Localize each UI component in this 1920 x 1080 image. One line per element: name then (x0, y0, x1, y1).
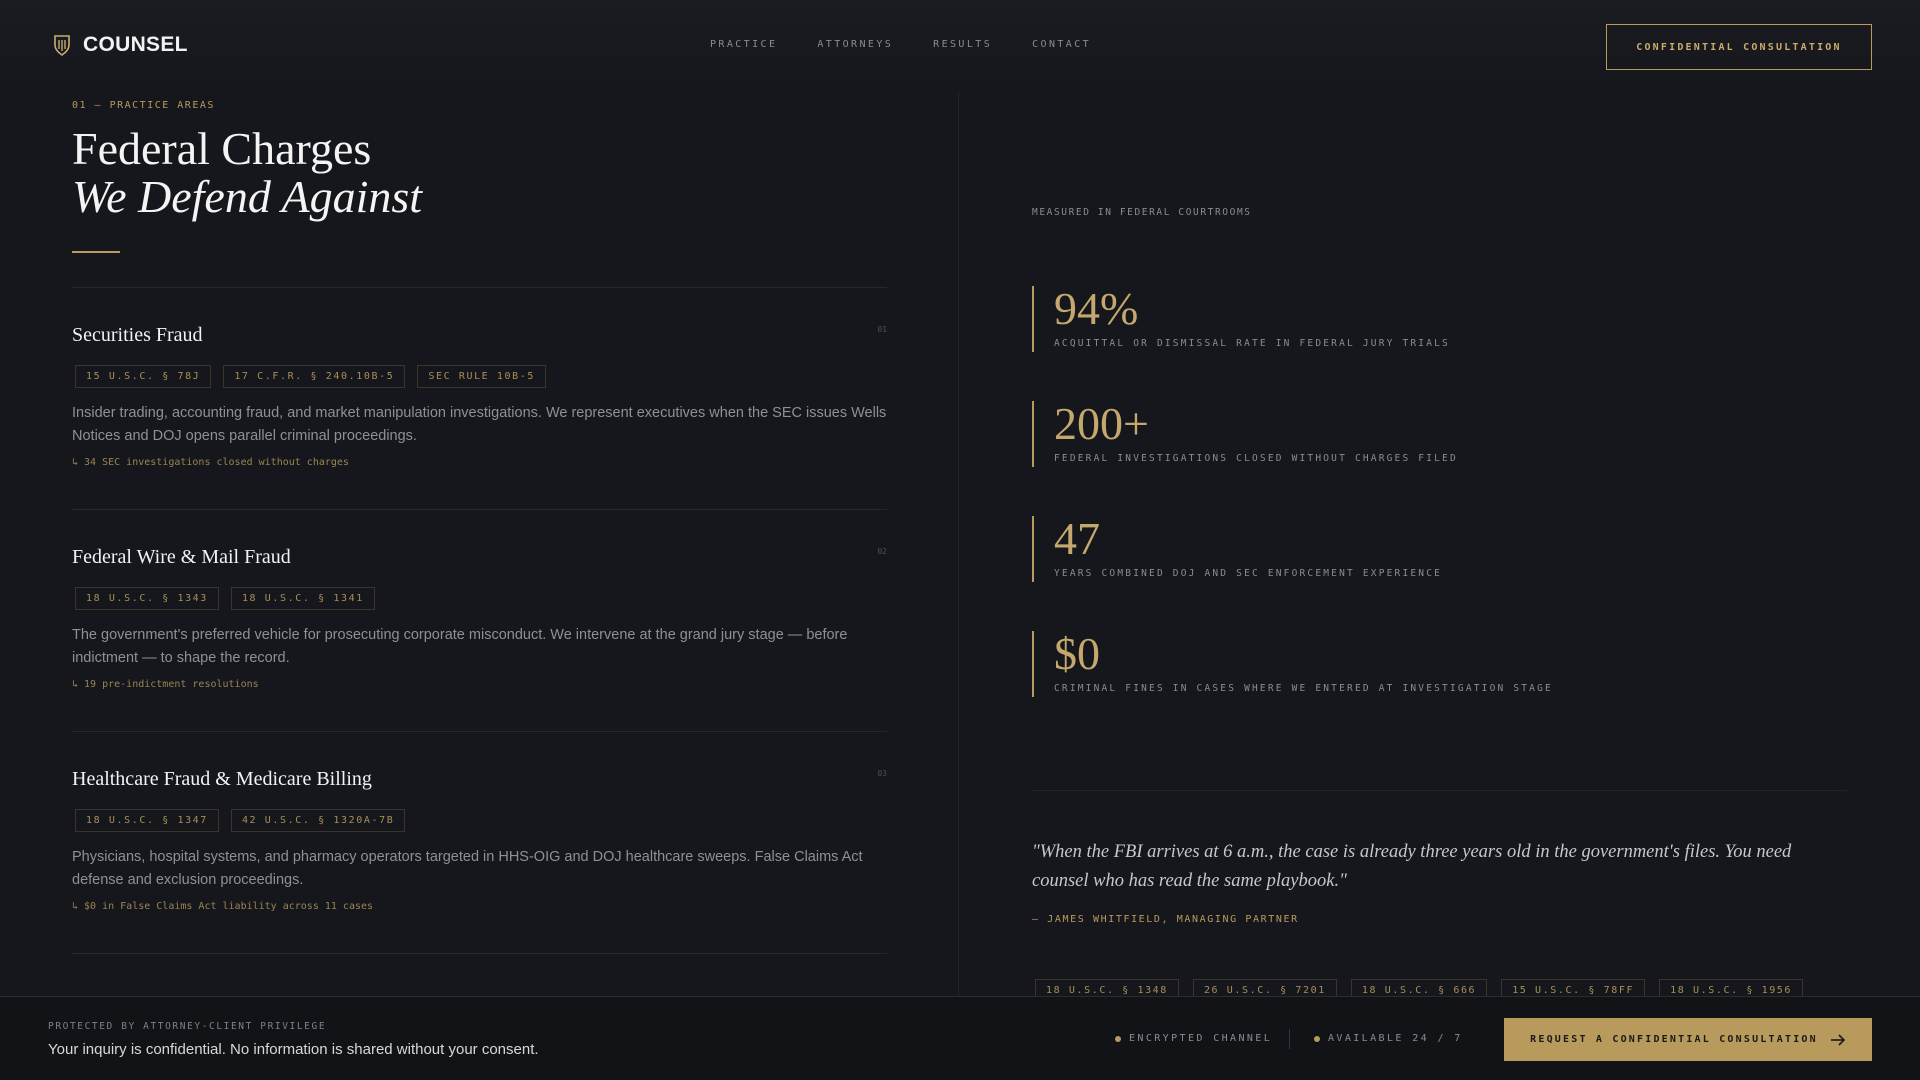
nav-contact[interactable]: CONTACT (1032, 39, 1091, 50)
statute-tag: 18 U.S.C. § 1347 (75, 809, 219, 832)
logo-text: COUNSEL (83, 33, 188, 56)
section-divider (72, 953, 887, 954)
section-divider (1032, 790, 1847, 791)
practice-title: Securities Fraud (72, 324, 203, 346)
practice-number: 01 (877, 325, 887, 334)
stat-value: 47 (1054, 513, 1100, 564)
statute-tags: 15 U.S.C. § 78J 17 C.F.R. § 240.10B-5 SE… (75, 365, 887, 388)
practice-title: Healthcare Fraud & Medicare Billing (72, 768, 372, 790)
nav-attorneys[interactable]: ATTORNEYS (817, 39, 893, 50)
stat-value: $0 (1054, 628, 1100, 679)
main-nav: PRACTICE ATTORNEYS RESULTS CONTACT (710, 39, 1091, 50)
statute-tag: 18 U.S.C. § 1343 (75, 587, 219, 610)
section-label: 01 — PRACTICE AREAS (72, 100, 215, 111)
statute-tag: 18 U.S.C. § 1341 (230, 587, 375, 610)
quote-attribution: — JAMES WHITFIELD, MANAGING PARTNER (1032, 914, 1299, 925)
statute-tag: 17 C.F.R. § 240.10B-5 (223, 365, 406, 388)
stat-value: 94% (1054, 283, 1139, 334)
practice-item[interactable]: Securities Fraud 01 15 U.S.C. § 78J 17 C… (72, 287, 887, 509)
practice-description: Physicians, hospital systems, and pharma… (72, 849, 863, 888)
request-consultation-button[interactable]: REQUEST A CONFIDENTIAL CONSULTATION (1504, 1018, 1872, 1061)
nav-practice[interactable]: PRACTICE (710, 39, 777, 50)
page-title: Federal Charges We Defend Against (72, 125, 887, 221)
button-label: REQUEST A CONFIDENTIAL CONSULTATION (1530, 1034, 1818, 1045)
practice-item[interactable]: Healthcare Fraud & Medicare Billing 03 1… (72, 731, 887, 953)
logo[interactable]: COUNSEL (53, 33, 188, 57)
stats-label: MEASURED IN FEDERAL COURTROOMS (1032, 207, 1252, 218)
status-text: ENCRYPTED CHANNEL (1129, 1033, 1273, 1044)
status-dot-icon (1314, 1035, 1320, 1042)
stat-block: 200+ FEDERAL INVESTIGATIONS CLOSED WITHO… (1032, 401, 1458, 467)
practice-item[interactable]: Federal Wire & Mail Fraud 02 18 U.S.C. §… (72, 509, 887, 731)
encrypted-status: ENCRYPTED CHANNEL (1115, 1033, 1272, 1044)
stat-block: 94% ACQUITTAL OR DISMISSAL RATE IN FEDER… (1032, 286, 1450, 352)
site-header: COUNSEL PRACTICE ATTORNEYS RESULTS CONTA… (0, 0, 1920, 92)
stat-value: 200+ (1054, 398, 1149, 449)
testimonial-quote: "When the FBI arrives at 6 a.m., the cas… (1032, 842, 1792, 891)
stat-label: CRIMINAL FINES IN CASES WHERE WE ENTERED… (1054, 683, 1553, 694)
practice-description: The government's preferred vehicle for p… (72, 627, 848, 666)
column-separator (958, 92, 959, 996)
nav-results[interactable]: RESULTS (933, 39, 992, 50)
privacy-text: Your inquiry is confidential. No informa… (48, 1041, 539, 1058)
stat-block: 47 YEARS COMBINED DOJ AND SEC ENFORCEMEN… (1032, 516, 1442, 582)
statute-tag: SEC RULE 10B-5 (417, 365, 547, 388)
headline-line-1: Federal Charges (72, 123, 372, 174)
practice-result-note: ↳ 34 SEC investigations closed without c… (72, 457, 349, 468)
practice-result-note: ↳ $0 in False Claims Act liability acros… (72, 901, 374, 912)
practice-number: 03 (877, 769, 887, 778)
stat-label: FEDERAL INVESTIGATIONS CLOSED WITHOUT CH… (1054, 453, 1458, 464)
shield-icon (54, 35, 70, 56)
stat-label: ACQUITTAL OR DISMISSAL RATE IN FEDERAL J… (1054, 338, 1450, 349)
status-text: AVAILABLE 24 / 7 (1328, 1033, 1463, 1044)
practice-areas-section: 01 — PRACTICE AREAS Federal Charges We D… (72, 100, 887, 954)
practice-result-note: ↳ 19 pre-indictment resolutions (72, 679, 259, 690)
headline-line-2: We Defend Against (72, 171, 423, 222)
status-separator (1289, 1029, 1290, 1049)
practice-description: Insider trading, accounting fraud, and m… (72, 405, 887, 444)
confidential-consultation-button[interactable]: CONFIDENTIAL CONSULTATION (1606, 24, 1872, 70)
statute-tag: 15 U.S.C. § 78J (75, 365, 212, 388)
arrow-right-icon (1830, 1033, 1845, 1046)
status-dot-icon (1115, 1035, 1121, 1042)
stat-block: $0 CRIMINAL FINES IN CASES WHERE WE ENTE… (1032, 631, 1553, 697)
privilege-label: PROTECTED BY ATTORNEY-CLIENT PRIVILEGE (48, 1021, 327, 1032)
statute-tags: 18 U.S.C. § 1347 42 U.S.C. § 1320A-7B (75, 809, 887, 832)
practice-number: 02 (877, 547, 887, 556)
availability-status: AVAILABLE 24 / 7 (1314, 1033, 1463, 1044)
privacy-footer-bar: PROTECTED BY ATTORNEY-CLIENT PRIVILEGE Y… (0, 996, 1920, 1080)
statute-tag: 42 U.S.C. § 1320A-7B (230, 809, 406, 832)
stat-label: YEARS COMBINED DOJ AND SEC ENFORCEMENT E… (1054, 568, 1443, 579)
statute-tags: 18 U.S.C. § 1343 18 U.S.C. § 1341 (75, 587, 887, 610)
practice-title: Federal Wire & Mail Fraud (72, 546, 291, 568)
